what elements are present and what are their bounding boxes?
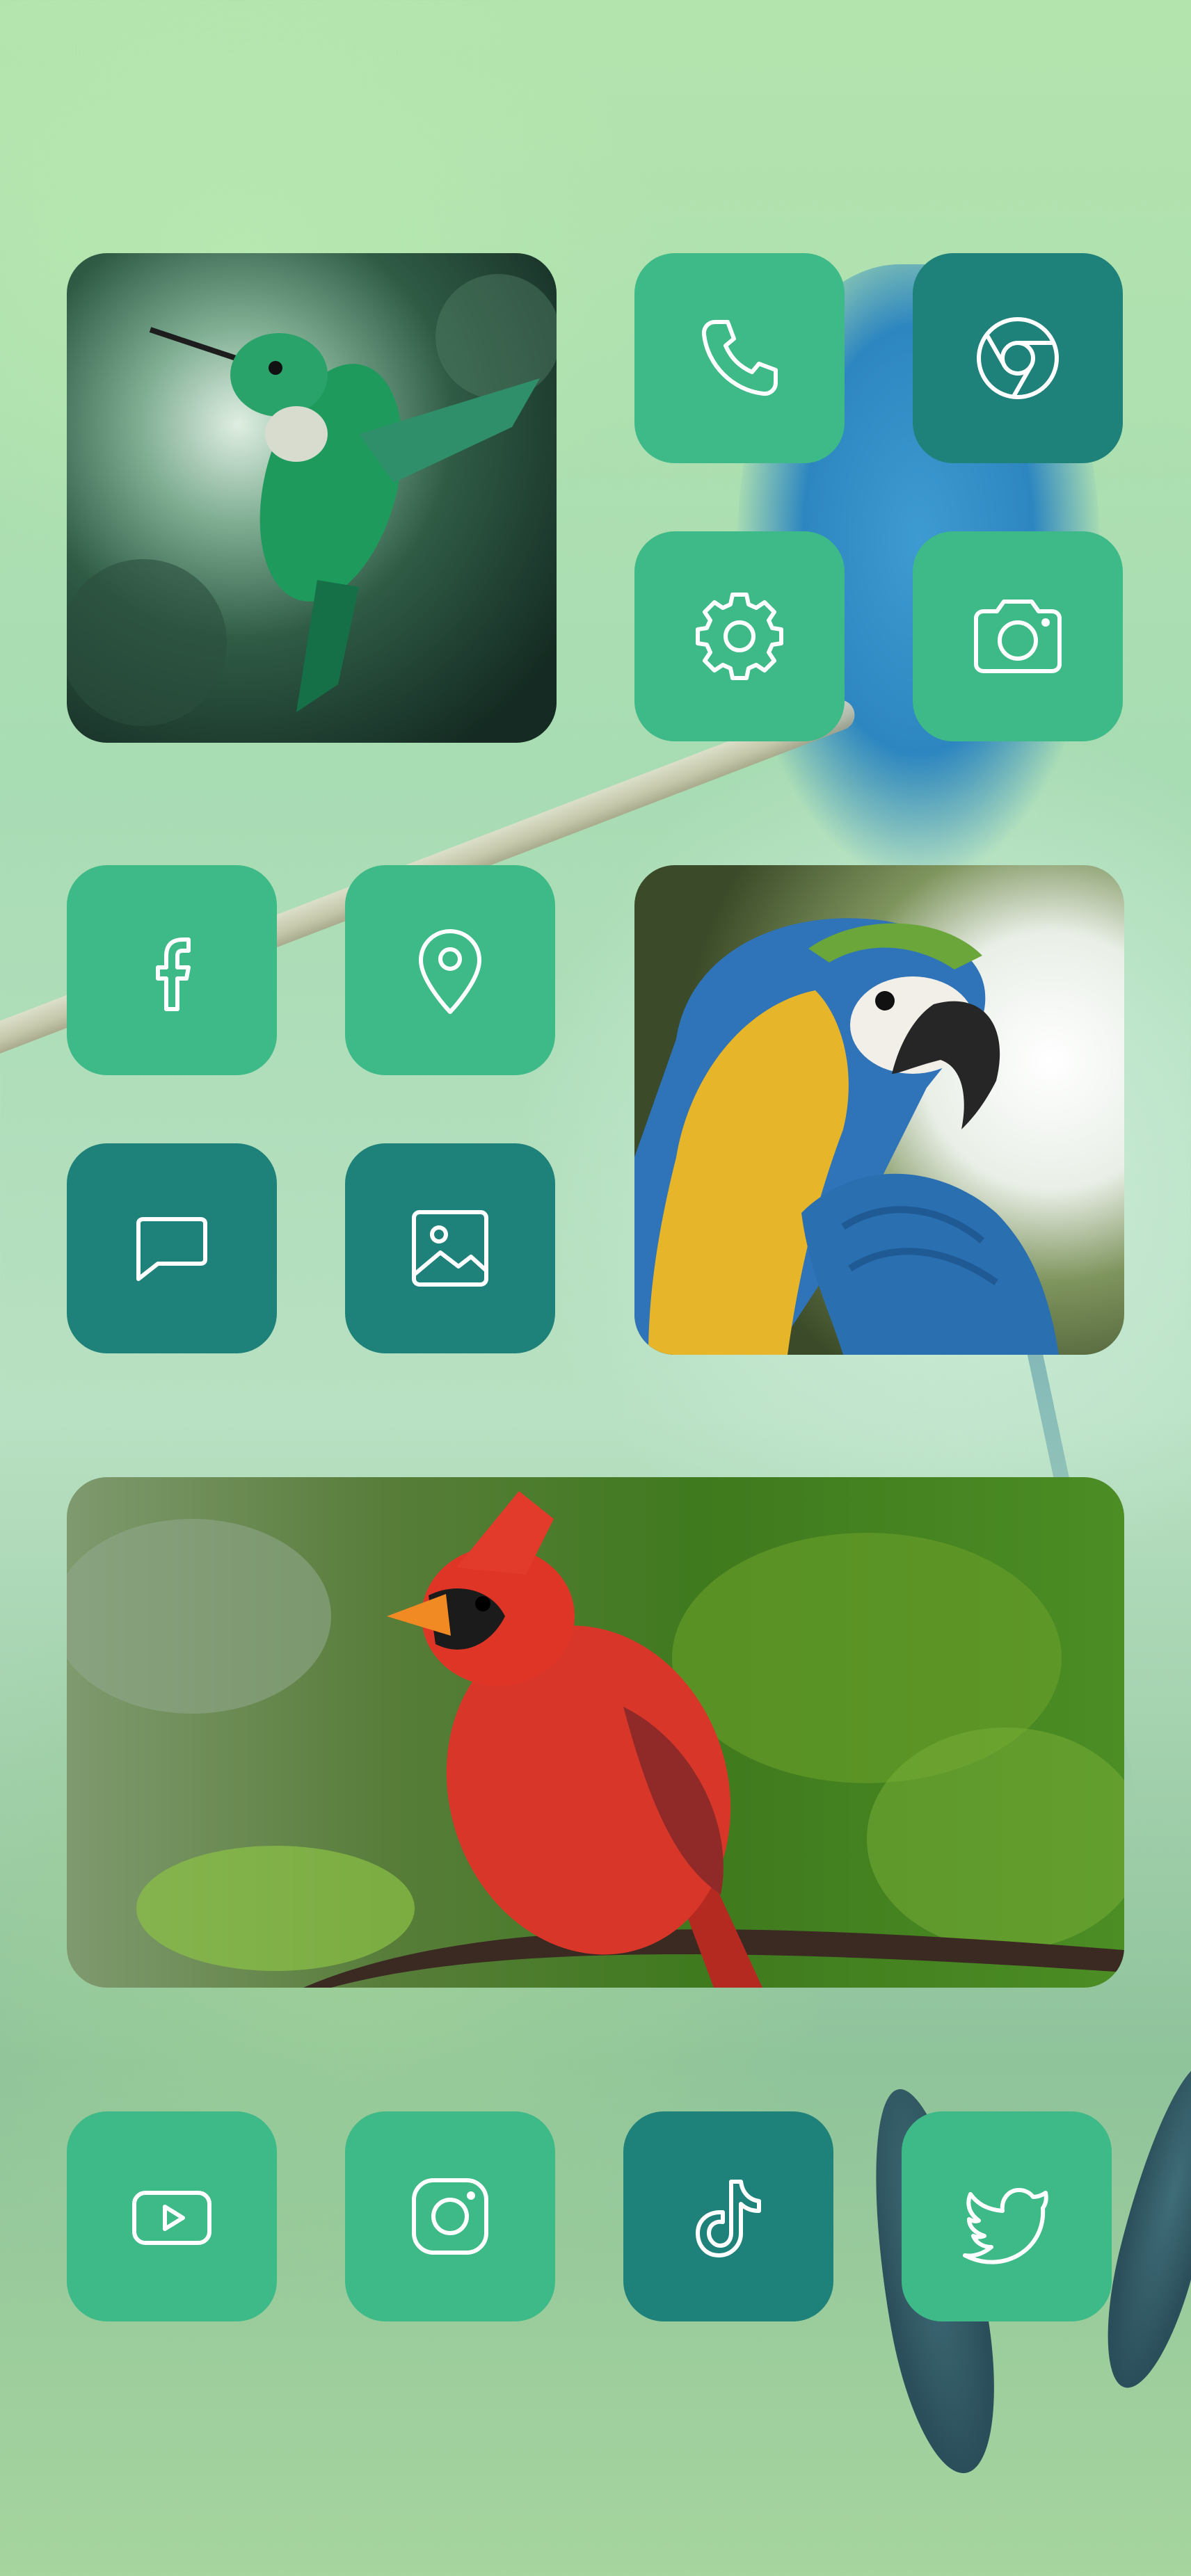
- gear-icon: [696, 593, 783, 680]
- cardinal-image: [67, 1477, 1124, 1988]
- camera-icon: [974, 599, 1062, 673]
- hummingbird-photo-widget[interactable]: [67, 253, 557, 743]
- cardinal-photo-widget[interactable]: [67, 1477, 1124, 1988]
- youtube-app-button[interactable]: [67, 2111, 277, 2321]
- instagram-icon: [412, 2178, 488, 2255]
- settings-app-button[interactable]: [634, 531, 845, 741]
- phone-icon: [701, 320, 778, 396]
- phone-app-button[interactable]: [634, 253, 845, 463]
- map-pin-icon: [419, 929, 481, 1014]
- facebook-icon: [156, 937, 191, 1011]
- macaw-photo-widget[interactable]: [634, 865, 1124, 1355]
- maps-app-button[interactable]: [345, 865, 555, 1075]
- image-icon: [412, 1210, 488, 1287]
- twitter-icon: [963, 2188, 1048, 2264]
- tiktok-icon: [696, 2180, 761, 2257]
- twitter-app-button[interactable]: [902, 2111, 1112, 2321]
- hummingbird-image: [67, 253, 557, 743]
- gallery-app-button[interactable]: [345, 1143, 555, 1353]
- macaw-image: [634, 865, 1124, 1355]
- youtube-icon: [132, 2191, 211, 2245]
- chrome-app-button[interactable]: [913, 253, 1123, 463]
- tiktok-app-button[interactable]: [623, 2111, 833, 2321]
- instagram-app-button[interactable]: [345, 2111, 555, 2321]
- chat-bubble-icon: [136, 1217, 207, 1281]
- camera-app-button[interactable]: [913, 531, 1123, 741]
- chrome-icon: [977, 317, 1059, 399]
- messages-app-button[interactable]: [67, 1143, 277, 1353]
- facebook-app-button[interactable]: [67, 865, 277, 1075]
